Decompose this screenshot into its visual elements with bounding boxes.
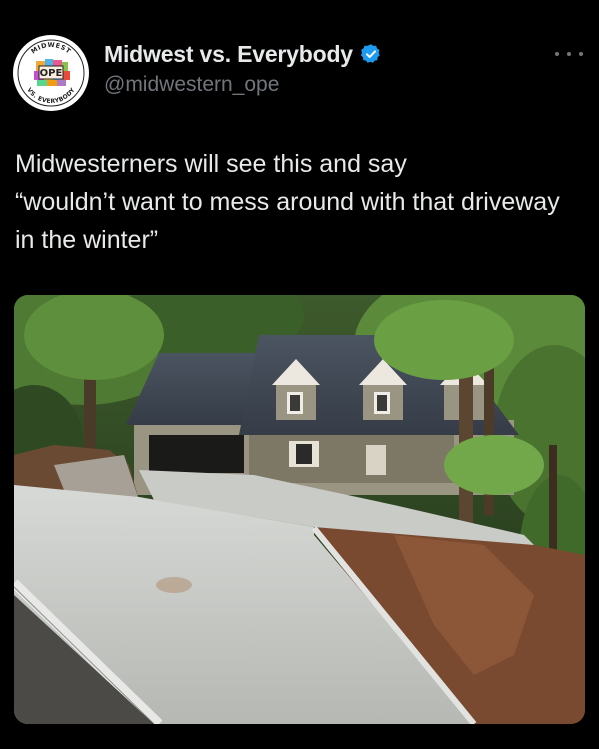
more-dot (567, 52, 571, 56)
name-row: Midwest vs. Everybody (104, 40, 382, 68)
logo-center-text: OPE (40, 68, 63, 79)
tweet-text: Midwesterners will see this and say “wou… (15, 150, 560, 254)
verified-badge-icon[interactable] (360, 43, 382, 65)
tweet-header: Midwest vs. Everybody @midwestern_ope (104, 40, 382, 97)
more-dot (555, 52, 559, 56)
more-options-icon[interactable] (555, 46, 583, 62)
tweet-photo[interactable] (14, 295, 585, 724)
photo-house-steep-driveway (14, 295, 585, 724)
account-handle[interactable]: @midwestern_ope (104, 73, 382, 97)
display-name[interactable]: Midwest vs. Everybody (104, 41, 353, 68)
more-dot (579, 52, 583, 56)
account-avatar[interactable]: OPE MIDWEST VS. EVERYBODY (13, 35, 89, 111)
midwest-vs-everybody-logo: OPE MIDWEST VS. EVERYBODY (14, 36, 88, 110)
